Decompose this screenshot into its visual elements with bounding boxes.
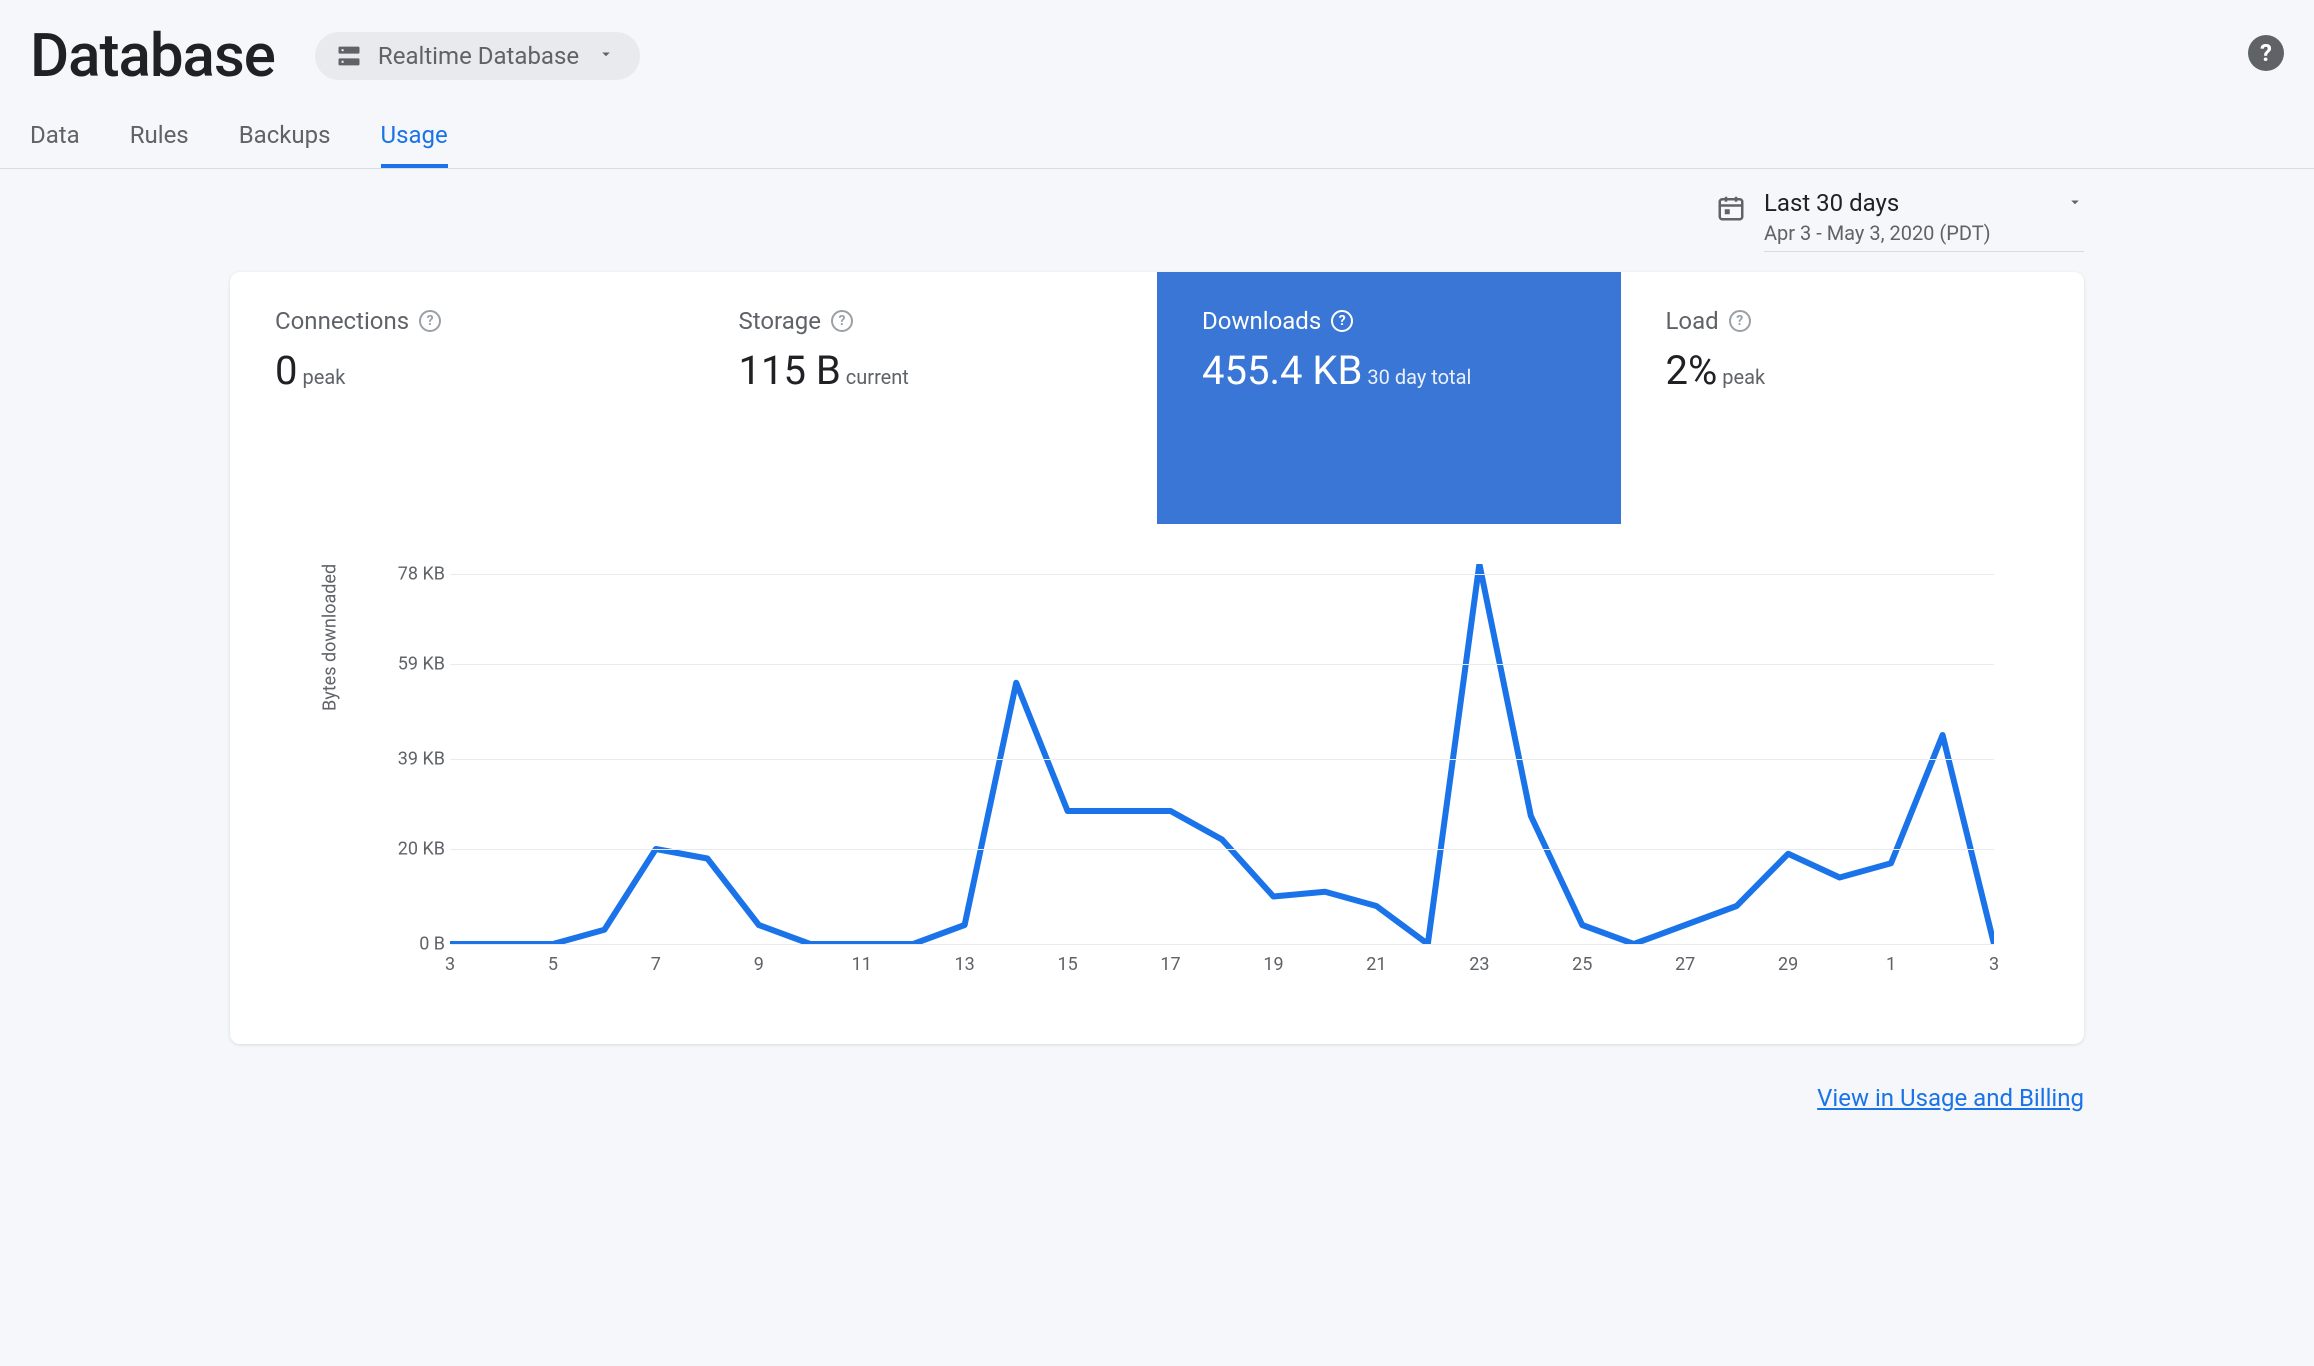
x-tick-label: 21 — [1366, 954, 1386, 975]
date-range-label: Last 30 days — [1764, 189, 1899, 217]
chart-plot — [450, 564, 1994, 944]
gridline — [450, 849, 1994, 850]
database-selector[interactable]: Realtime Database — [315, 32, 640, 80]
page-header: Database Realtime Database ? — [0, 0, 2314, 101]
metric-suffix: current — [846, 365, 909, 389]
metric-value: 0 — [275, 347, 297, 394]
metric-title: Connections — [275, 307, 409, 335]
metric-value: 2% — [1666, 347, 1718, 394]
metrics-row: Connections?0peakStorage?115 BcurrentDow… — [230, 272, 2084, 524]
metric-suffix: peak — [1722, 365, 1765, 389]
gridline — [450, 574, 1994, 575]
tab-rules[interactable]: Rules — [130, 121, 189, 168]
y-tick-label: 20 KB — [375, 839, 445, 860]
chart-area: Bytes downloaded 35791113151719212325272… — [230, 524, 2084, 1044]
database-icon — [335, 42, 363, 70]
chevron-down-icon — [2066, 189, 2084, 217]
date-range-selector[interactable]: Last 30 days Apr 3 - May 3, 2020 (PDT) — [1764, 189, 2084, 252]
y-tick-label: 59 KB — [375, 653, 445, 674]
y-tick-label: 0 B — [375, 934, 445, 955]
x-tick-label: 9 — [754, 954, 764, 975]
x-tick-label: 11 — [852, 954, 872, 975]
date-range-sub: Apr 3 - May 3, 2020 (PDT) — [1764, 221, 2084, 245]
x-tick-label: 19 — [1263, 954, 1283, 975]
help-icon: ? — [2260, 39, 2272, 67]
x-tick-label: 3 — [1989, 954, 1999, 975]
x-tick-label: 29 — [1778, 954, 1798, 975]
usage-billing-link[interactable]: View in Usage and Billing — [1817, 1084, 2084, 1112]
tab-usage[interactable]: Usage — [381, 121, 448, 168]
metric-connections[interactable]: Connections? 0peak — [230, 272, 694, 524]
info-icon[interactable]: ? — [1729, 310, 1751, 332]
x-tick-label: 25 — [1572, 954, 1592, 975]
metric-title: Downloads — [1202, 307, 1321, 335]
usage-card: Connections?0peakStorage?115 BcurrentDow… — [230, 272, 2084, 1044]
y-axis-label: Bytes downloaded — [320, 564, 341, 711]
x-tick-label: 13 — [955, 954, 975, 975]
metric-load[interactable]: Load? 2%peak — [1621, 272, 2085, 524]
metric-storage[interactable]: Storage? 115 Bcurrent — [694, 272, 1158, 524]
x-axis-ticks: 35791113151719212325272913 — [450, 944, 1994, 984]
x-tick-label: 1 — [1886, 954, 1896, 975]
database-selector-label: Realtime Database — [378, 42, 579, 70]
x-tick-label: 5 — [548, 954, 558, 975]
x-tick-label: 15 — [1057, 954, 1077, 975]
metric-suffix: 30 day total — [1367, 365, 1471, 389]
x-tick-label: 17 — [1160, 954, 1180, 975]
calendar-icon — [1716, 193, 1746, 227]
x-tick-label: 7 — [651, 954, 661, 975]
tab-data[interactable]: Data — [30, 121, 80, 168]
tabs: Data Rules Backups Usage — [0, 101, 2314, 169]
page-title: Database — [30, 20, 275, 91]
metric-downloads[interactable]: Downloads? 455.4 KB30 day total — [1157, 272, 1621, 524]
x-tick-label: 23 — [1469, 954, 1489, 975]
info-icon[interactable]: ? — [831, 310, 853, 332]
gridline — [450, 759, 1994, 760]
footer-row: View in Usage and Billing — [0, 1074, 2314, 1152]
metric-value: 115 B — [739, 347, 841, 394]
metric-title: Load — [1666, 307, 1719, 335]
y-tick-label: 78 KB — [375, 563, 445, 584]
gridline — [450, 944, 1994, 945]
chevron-down-icon — [597, 45, 615, 67]
x-tick-label: 3 — [445, 954, 455, 975]
gridline — [450, 664, 1994, 665]
metric-value: 455.4 KB — [1202, 347, 1362, 394]
tab-backups[interactable]: Backups — [239, 121, 331, 168]
metric-suffix: peak — [302, 365, 345, 389]
x-tick-label: 27 — [1675, 954, 1695, 975]
chart-line — [450, 564, 1994, 944]
date-range-row: Last 30 days Apr 3 - May 3, 2020 (PDT) — [0, 169, 2314, 262]
help-button[interactable]: ? — [2248, 35, 2284, 71]
metric-title: Storage — [739, 307, 821, 335]
y-tick-label: 39 KB — [375, 748, 445, 769]
info-icon[interactable]: ? — [419, 310, 441, 332]
info-icon[interactable]: ? — [1331, 310, 1353, 332]
